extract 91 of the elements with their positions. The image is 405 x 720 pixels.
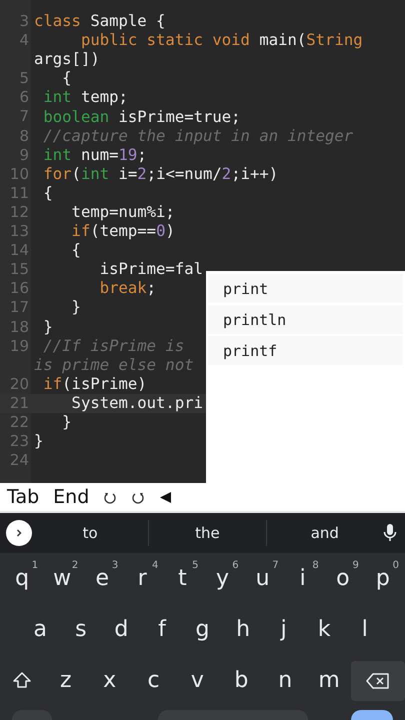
code-line: break; [98, 279, 156, 298]
code-line: args[]) [33, 50, 100, 70]
line-number: 18 [8, 318, 30, 337]
code-line: if(temp==0) [70, 222, 175, 242]
line-number: 9 [18, 146, 30, 165]
suggestion-item[interactable]: print [208, 274, 403, 303]
keyboard-key[interactable]: f [142, 606, 182, 652]
line-number: 23 [8, 432, 30, 452]
redo-icon[interactable] [131, 490, 146, 504]
line-number: 16 [8, 279, 30, 298]
keyboard-key[interactable]: k [304, 606, 344, 652]
line-number: 22 [8, 412, 30, 432]
suggestion-item[interactable]: println [208, 305, 403, 334]
code-line: isPrime=fal [98, 260, 203, 280]
backspace-key[interactable] [351, 660, 405, 700]
key-hint: 4 [152, 560, 158, 570]
line-number: 11 [8, 184, 30, 203]
line-number: 15 [8, 260, 30, 280]
word-suggestion[interactable]: the [149, 524, 266, 542]
keyboard-key[interactable]: v [176, 658, 220, 704]
line-number: 13 [8, 222, 30, 242]
code-line: { [42, 184, 53, 203]
key-hint: 5 [192, 560, 198, 570]
keyboard-key[interactable]: n [263, 658, 308, 704]
line-number: 24 [8, 451, 30, 470]
keyboard-key[interactable]: b [219, 658, 264, 704]
line-number: 4 [18, 31, 30, 50]
code-line: } [70, 298, 81, 318]
code-line: is prime else not [33, 356, 194, 375]
code-line: { [70, 241, 81, 260]
keyboard-key[interactable]: c [132, 658, 176, 704]
word-suggestion[interactable]: and [266, 524, 383, 542]
toolbar-key[interactable]: Tab [7, 486, 40, 508]
backspace-icon [366, 672, 390, 688]
code-line: System.out.pri [70, 394, 203, 413]
code-editor[interactable] [0, 0, 405, 483]
code-line: //If isPrime is [42, 336, 184, 356]
keyboard-key[interactable]: h [222, 606, 264, 652]
line-number: 10 [8, 164, 30, 184]
line-number: 21 [8, 394, 30, 413]
key-hint: 1 [32, 560, 38, 570]
code-line: int num=19; [42, 146, 147, 165]
line-number: 20 [8, 374, 30, 394]
key-hint: 3 [112, 560, 118, 570]
keyboard-key[interactable]: i 8 [282, 556, 323, 602]
keyboard-key[interactable]: l [344, 606, 386, 652]
code-line: { [61, 69, 72, 88]
line-number: 8 [18, 126, 30, 146]
code-line: } [42, 318, 53, 337]
line-number: 6 [18, 88, 30, 108]
keyboard-key[interactable]: s [60, 606, 102, 652]
code-line: } [61, 413, 72, 432]
keyboard-key[interactable]: t 5 [162, 556, 202, 602]
left-arrow-icon[interactable] [159, 490, 172, 504]
shift-icon[interactable] [12, 670, 32, 690]
keyboard-key[interactable]: j [263, 606, 304, 652]
line-number: 7 [18, 107, 30, 127]
code-line: temp=num%i; [70, 202, 175, 222]
toolbar-key[interactable]: End [53, 486, 90, 508]
line-number: 19 [8, 336, 30, 356]
expand-icon[interactable] [6, 520, 32, 546]
key-hint: 2 [72, 560, 78, 570]
keyboard-key[interactable]: g [182, 606, 223, 652]
key-hint: 0 [392, 560, 399, 570]
key-hint: 9 [352, 560, 359, 570]
word-suggestion[interactable]: to [32, 524, 148, 542]
code-line: for(int i=2;i<=num/2;i++) [42, 164, 278, 184]
keyboard-key[interactable]: x [88, 658, 132, 704]
keyboard-key[interactable]: r 4 [122, 556, 162, 602]
line-number: 14 [8, 241, 30, 260]
line-number: 17 [8, 298, 30, 318]
line-number: 3 [18, 12, 30, 32]
key-hint: 7 [272, 560, 279, 570]
line-number: 5 [18, 69, 30, 88]
code-line: class Sample { [33, 12, 166, 32]
keyboard-key[interactable]: a [20, 606, 61, 652]
keyboard-key[interactable]: m [307, 658, 351, 704]
microphone-icon[interactable] [382, 523, 397, 543]
suggestion-item[interactable]: printf [208, 336, 403, 365]
code-line: public static void main(String [80, 31, 363, 50]
code-line: if(isPrime) [42, 374, 147, 394]
line-number: 12 [8, 202, 30, 222]
code-line: boolean isPrime=true; [42, 108, 241, 127]
keyboard-key[interactable]: z [44, 658, 88, 704]
undo-icon[interactable] [103, 490, 118, 504]
key-hint: 6 [232, 560, 239, 570]
code-line: int temp; [42, 88, 128, 108]
code-line: } [33, 432, 44, 452]
code-line: //capture the input in an integer [42, 126, 354, 146]
keyboard-key[interactable]: d [101, 606, 142, 652]
key-hint: 8 [312, 560, 319, 570]
